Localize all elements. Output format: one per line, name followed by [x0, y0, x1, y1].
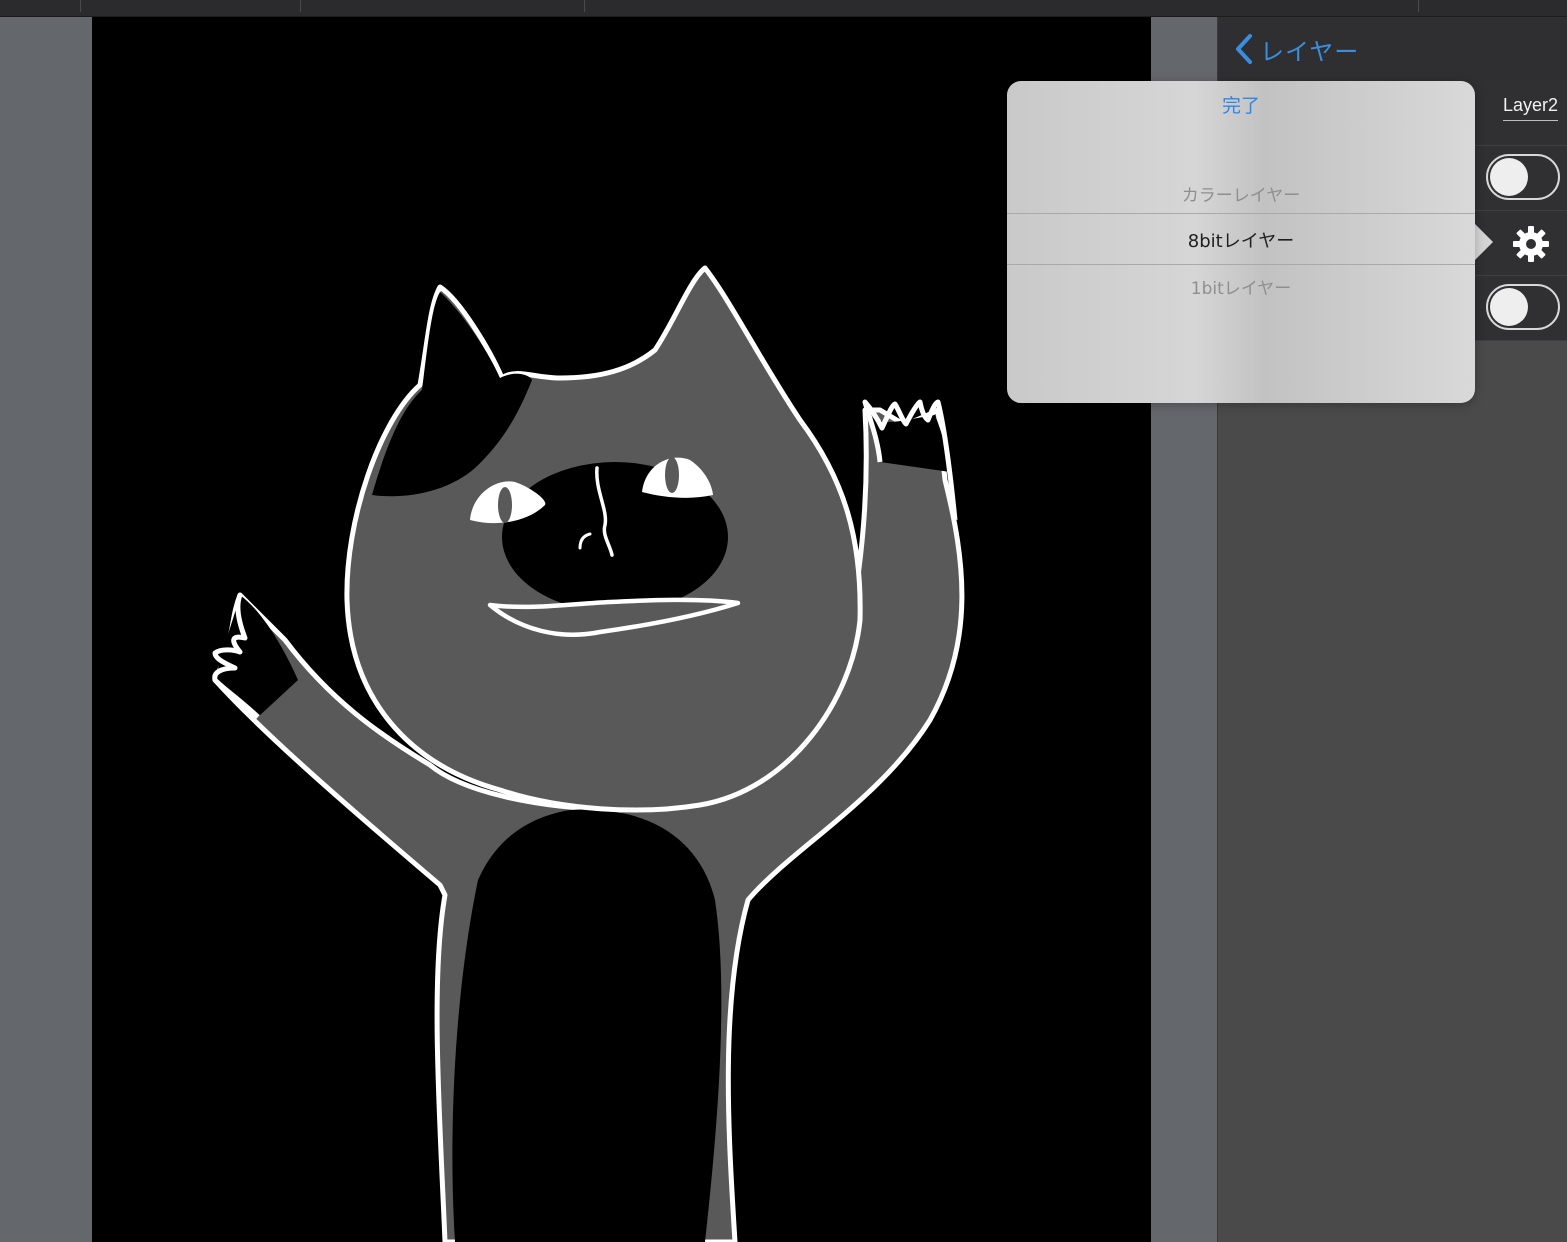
toggle-knob — [1490, 158, 1528, 196]
layer-visibility-toggle[interactable] — [1486, 154, 1560, 200]
popover-arrow — [1473, 222, 1493, 262]
drawing-canvas[interactable] — [92, 17, 1151, 1242]
gear-icon[interactable] — [1512, 225, 1550, 263]
picker-option-color-layer[interactable]: カラーレイヤー — [1007, 181, 1475, 206]
picker-option-8bit-layer[interactable]: 8bitレイヤー — [1007, 227, 1475, 253]
cat-belly-patch — [452, 809, 722, 1242]
picker-selection-line — [1007, 264, 1475, 265]
layer-name-field[interactable]: Layer2 — [1502, 95, 1558, 121]
picker-option-1bit-layer[interactable]: 1bitレイヤー — [1007, 274, 1475, 299]
toolbar-divider — [80, 0, 81, 12]
picker-selection-line — [1007, 213, 1475, 214]
toolbar-divider — [1418, 0, 1419, 12]
cat-illustration — [212, 265, 965, 1242]
workspace-gutter-left — [0, 17, 92, 1242]
toolbar-divider — [300, 0, 301, 12]
layer-lock-toggle[interactable] — [1486, 284, 1560, 330]
layer-panel-header: レイヤー — [1218, 17, 1567, 82]
back-button[interactable]: レイヤー — [1234, 31, 1359, 67]
cat-left-pupil — [498, 487, 512, 523]
done-button[interactable]: 完了 — [1007, 91, 1475, 118]
top-toolbar — [0, 0, 1567, 17]
chevron-left-icon — [1236, 34, 1252, 64]
toggle-knob — [1490, 288, 1528, 326]
layer-type-popover: 完了 カラーレイヤー 8bitレイヤー 1bitレイヤー — [1007, 81, 1475, 403]
toolbar-divider — [584, 0, 585, 12]
cat-right-pupil — [665, 457, 679, 493]
back-button-label: レイヤー — [1260, 37, 1360, 66]
